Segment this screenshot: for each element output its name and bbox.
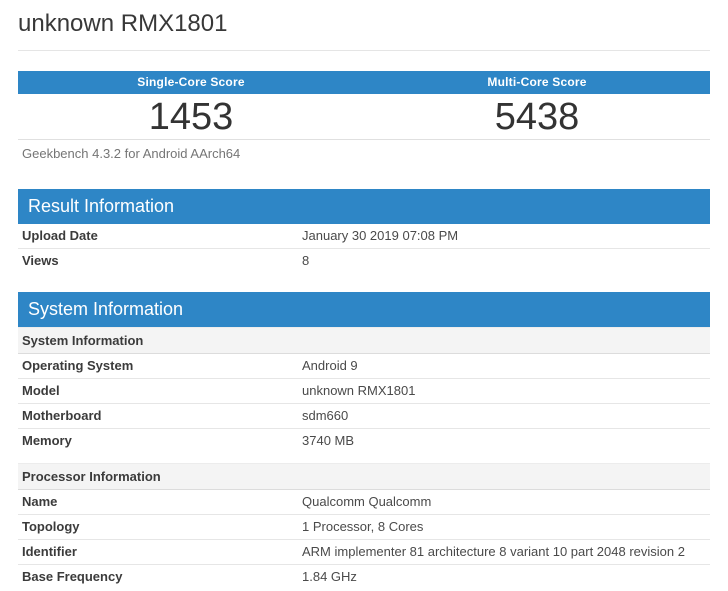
- table-row: Memory 3740 MB: [18, 429, 710, 453]
- table-row: Operating System Android 9: [18, 354, 710, 379]
- table-row: Model unknown RMX1801: [18, 379, 710, 404]
- row-label: Base Frequency: [22, 569, 123, 584]
- single-core-score-label: Single-Core Score: [137, 75, 245, 89]
- multi-core-score-label: Multi-Core Score: [487, 75, 587, 89]
- score-header-bar: Single-Core Score Multi-Core Score: [18, 71, 710, 94]
- result-information-section: Result Information Upload Date January 3…: [18, 189, 710, 273]
- score-banner: Single-Core Score Multi-Core Score 1453 …: [18, 71, 710, 167]
- system-information-subheader: System Information: [18, 327, 710, 354]
- processor-information-subheader: Processor Information: [18, 463, 710, 490]
- benchmark-version-caption: Geekbench 4.3.2 for Android AArch64: [22, 146, 241, 161]
- row-value: 1.84 GHz: [302, 569, 357, 584]
- result-information-table: Upload Date January 30 2019 07:08 PM Vie…: [18, 224, 710, 273]
- benchmark-result-page: unknown RMX1801 Single-Core Score Multi-…: [0, 0, 728, 591]
- row-label: Views: [22, 253, 59, 268]
- score-values-row: 1453 5438: [18, 94, 710, 140]
- row-label: Motherboard: [22, 408, 102, 423]
- row-label: Upload Date: [22, 228, 98, 243]
- table-row: Topology 1 Processor, 8 Cores: [18, 515, 710, 540]
- system-information-group: System Information Operating System Andr…: [18, 327, 710, 453]
- title-divider: [18, 50, 710, 51]
- row-label: Topology: [22, 519, 80, 534]
- system-information-header: System Information: [18, 292, 710, 327]
- table-row: Motherboard sdm660: [18, 404, 710, 429]
- system-information-section: System Information System Information Op…: [18, 292, 710, 589]
- table-row: Base Frequency 1.84 GHz: [18, 565, 710, 589]
- row-value: ARM implementer 81 architecture 8 varian…: [302, 544, 685, 559]
- content-container: unknown RMX1801 Single-Core Score Multi-…: [18, 0, 710, 589]
- row-label: Operating System: [22, 358, 134, 373]
- row-label: Identifier: [22, 544, 77, 559]
- page-title: unknown RMX1801: [18, 10, 228, 37]
- row-value: unknown RMX1801: [302, 383, 416, 398]
- processor-information-group: Processor Information Name Qualcomm Qual…: [18, 463, 710, 589]
- row-value: January 30 2019 07:08 PM: [302, 228, 459, 243]
- multi-core-score-value: 5438: [494, 96, 580, 138]
- row-label: Memory: [22, 433, 72, 448]
- row-value: Qualcomm Qualcomm: [302, 494, 432, 509]
- row-label: Name: [22, 494, 58, 509]
- table-row: Upload Date January 30 2019 07:08 PM: [18, 224, 710, 249]
- row-value: 8: [302, 253, 310, 268]
- row-value: 1 Processor, 8 Cores: [302, 519, 424, 534]
- row-label: Model: [22, 383, 60, 398]
- table-row: Name Qualcomm Qualcomm: [18, 490, 710, 515]
- row-value: 3740 MB: [302, 433, 355, 448]
- table-row: Views 8: [18, 249, 710, 273]
- single-core-score-value: 1453: [148, 96, 234, 138]
- row-value: sdm660: [302, 408, 349, 423]
- result-information-header: Result Information: [18, 189, 710, 224]
- row-value: Android 9: [302, 358, 358, 373]
- table-row: Identifier ARM implementer 81 architectu…: [18, 540, 710, 565]
